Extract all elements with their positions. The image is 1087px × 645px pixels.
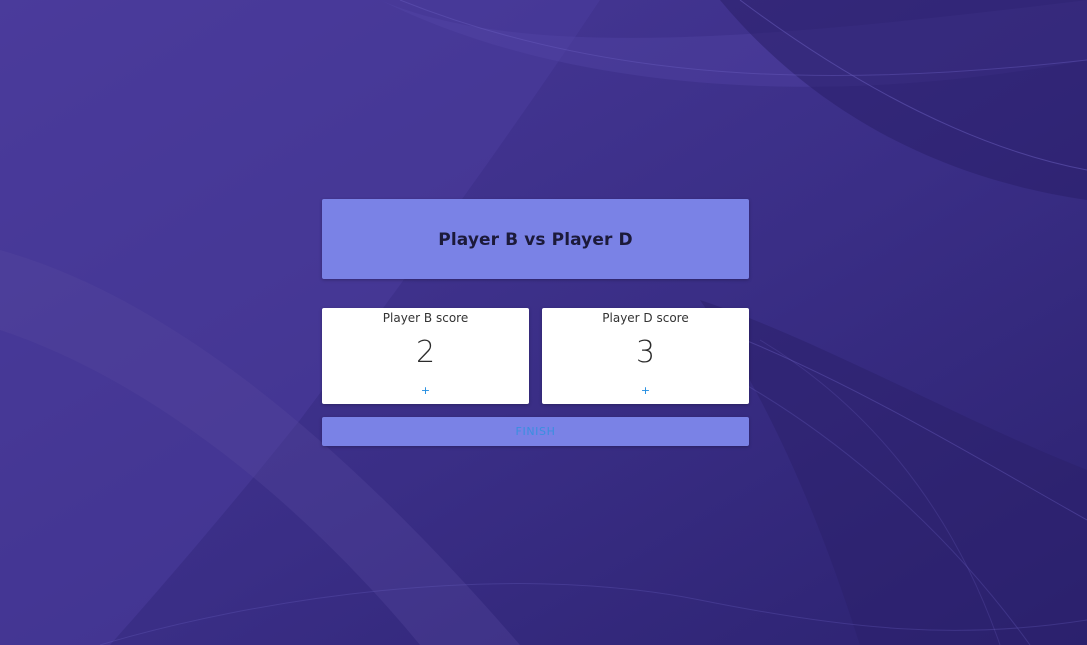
score-label: Player B score [382,311,469,325]
increment-score-button[interactable]: + [626,382,666,400]
score-label: Player D score [602,311,689,325]
score-value: 2 [415,335,436,370]
match-title: Player B vs Player D [438,230,633,250]
increment-score-button[interactable]: + [406,382,446,400]
score-card-player-d: Player D score 3 + [542,308,749,404]
finish-button[interactable]: FINISH [322,417,749,446]
score-card-player-b: Player B score 2 + [322,308,529,404]
match-header: Player B vs Player D [322,199,749,279]
score-value: 3 [635,335,656,370]
